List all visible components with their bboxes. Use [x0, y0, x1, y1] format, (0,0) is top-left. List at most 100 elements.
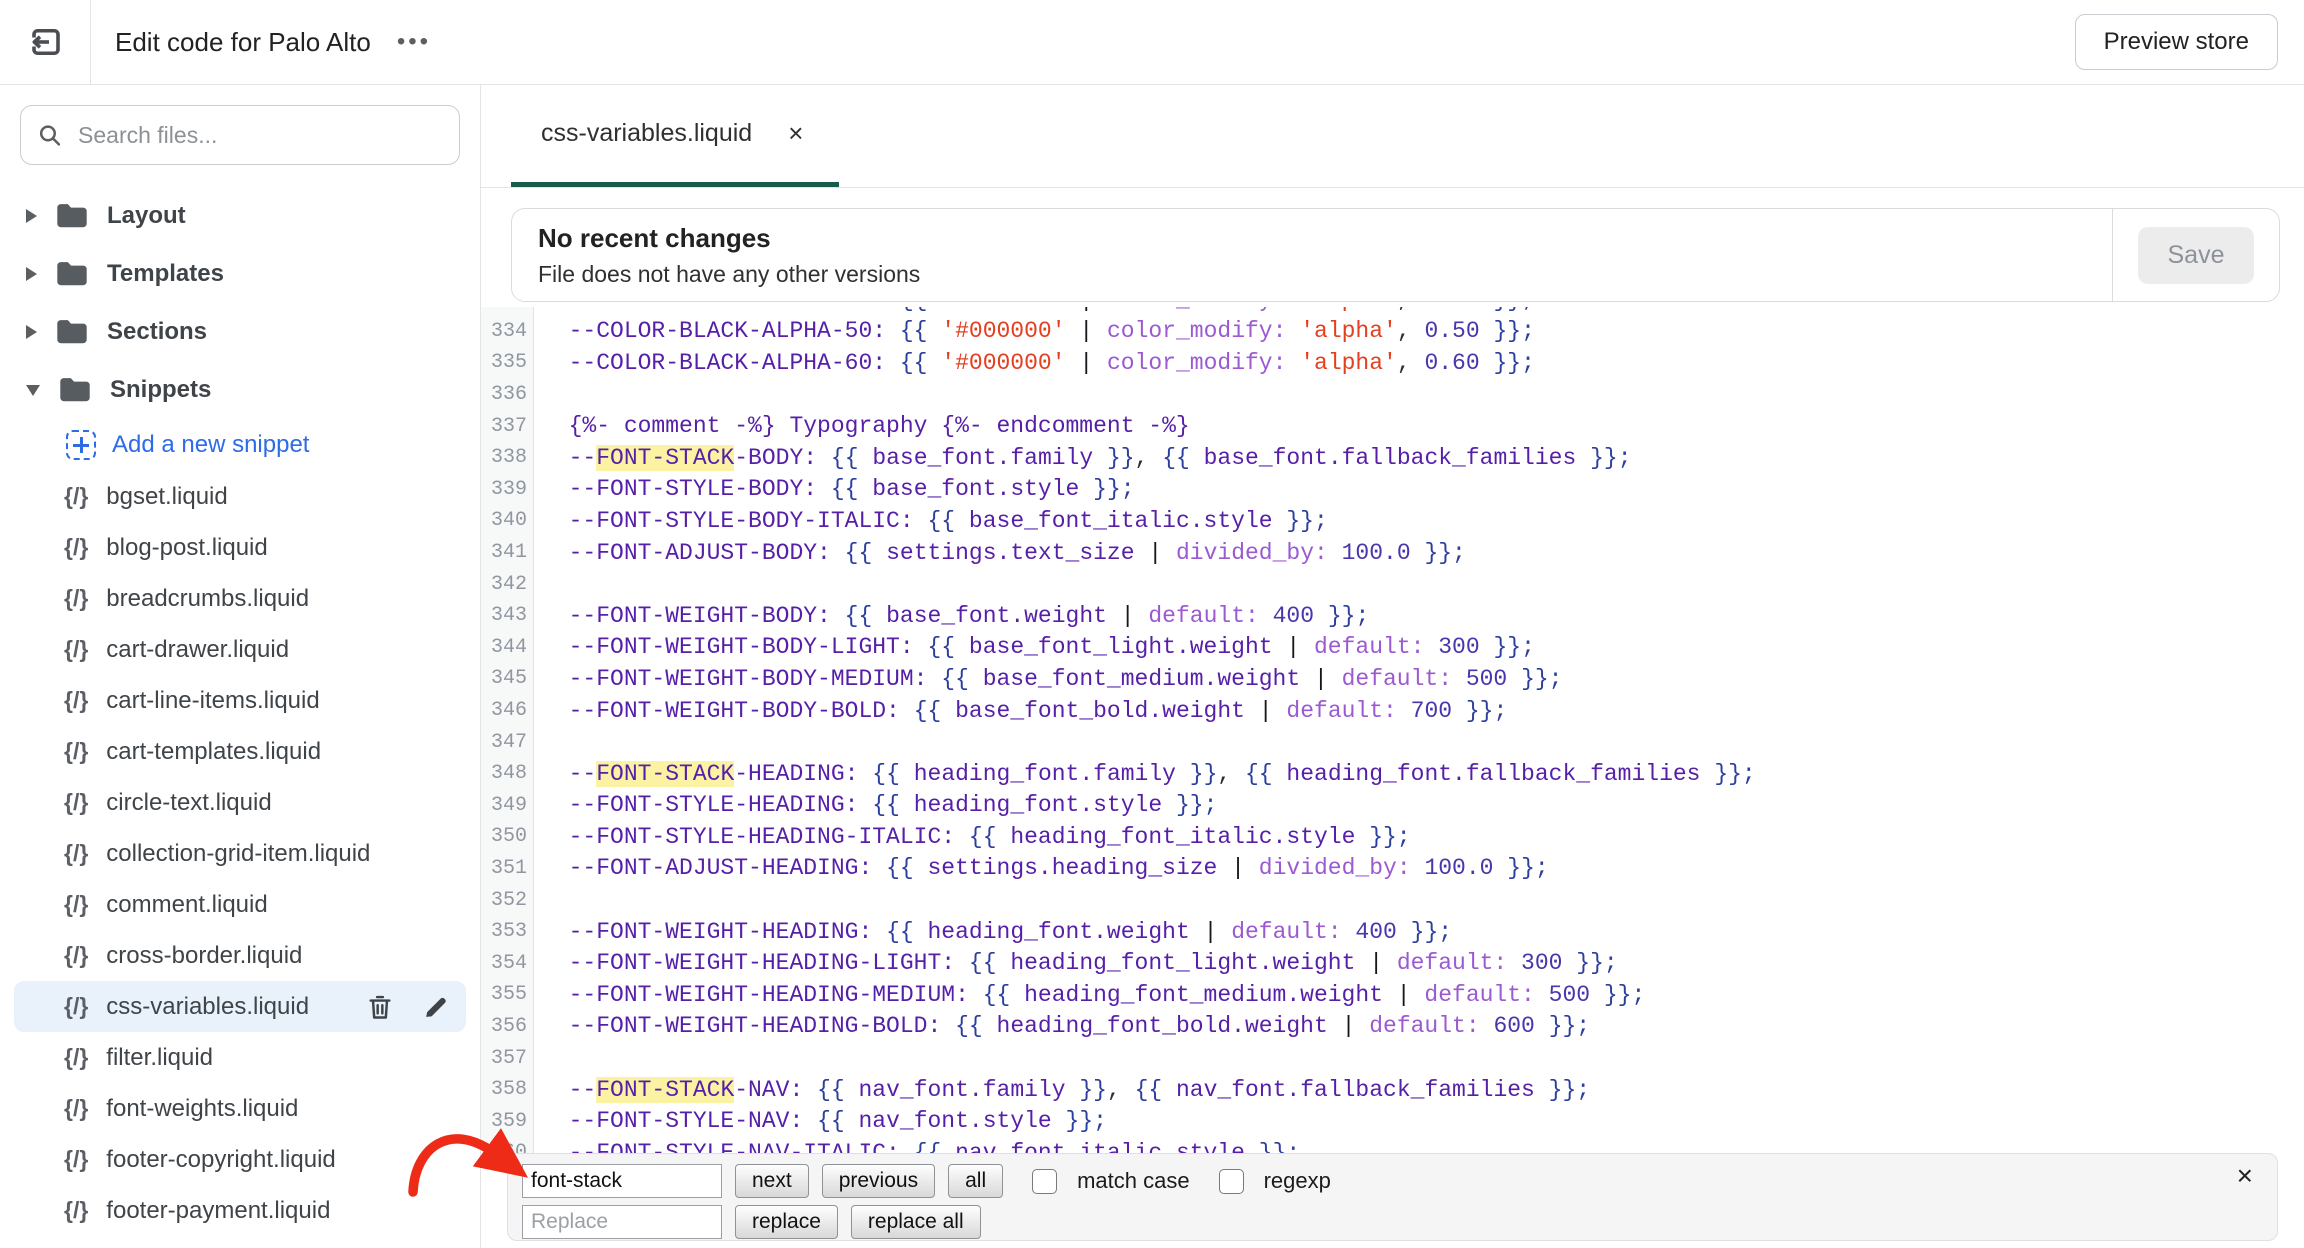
version-banner: No recent changes File does not have any…: [511, 208, 2280, 302]
more-actions-button[interactable]: •••: [397, 28, 431, 56]
add-new-snippet-label: Add a new snippet: [112, 431, 309, 459]
code-line[interactable]: 339 --FONT-STYLE-BODY: {{ base_font.styl…: [481, 474, 2304, 506]
file-item-footer-copyright-liquid[interactable]: {/}footer-copyright.liquid: [14, 1134, 466, 1185]
find-query-input[interactable]: [522, 1164, 722, 1198]
code-line[interactable]: 337 {%- comment -%} Typography {%- endco…: [481, 410, 2304, 442]
file-item-breadcrumbs-liquid[interactable]: {/}breadcrumbs.liquid: [14, 573, 466, 624]
code-line[interactable]: 346 --FONT-WEIGHT-BODY-BOLD: {{ base_fon…: [481, 695, 2304, 727]
line-number: 357: [481, 1047, 527, 1070]
replace-button[interactable]: replace: [735, 1205, 838, 1239]
code-line[interactable]: 333 --COLOR-BLACK-ALPHA-40: {{ '#000000'…: [481, 307, 2304, 316]
file-search-box[interactable]: [20, 105, 460, 165]
file-label: breadcrumbs.liquid: [106, 585, 309, 613]
tab-close-icon[interactable]: ×: [788, 118, 803, 149]
file-item-comment-liquid[interactable]: {/}comment.liquid: [14, 879, 466, 930]
file-label: bgset.liquid: [106, 483, 227, 511]
code-line[interactable]: 348 --FONT-STACK-HEADING: {{ heading_fon…: [481, 758, 2304, 790]
replace-input[interactable]: [522, 1205, 722, 1239]
file-item-filter-liquid[interactable]: {/}filter.liquid: [14, 1032, 466, 1083]
code-line[interactable]: 345 --FONT-WEIGHT-BODY-MEDIUM: {{ base_f…: [481, 663, 2304, 695]
file-item-circle-text-liquid[interactable]: {/} circle-text.liquid: [14, 777, 466, 828]
code-line[interactable]: 352: [481, 884, 2304, 916]
find-close-icon[interactable]: ×: [2237, 1162, 2253, 1190]
add-new-snippet-button[interactable]: Add a new snippet: [0, 419, 480, 471]
add-snippet-plus-icon: [66, 430, 96, 460]
regexp-checkbox[interactable]: [1219, 1169, 1244, 1194]
preview-store-button[interactable]: Preview store: [2075, 14, 2278, 70]
code-line[interactable]: 358 --FONT-STACK-NAV: {{ nav_font.family…: [481, 1074, 2304, 1106]
code-text: --FONT-WEIGHT-HEADING: {{ heading_font.w…: [527, 919, 1452, 945]
code-line[interactable]: 359 --FONT-STYLE-NAV: {{ nav_font.style …: [481, 1105, 2304, 1137]
sidebar-folder-templates[interactable]: Templates: [0, 245, 480, 303]
rename-file-icon[interactable]: [422, 993, 450, 1021]
code-text: --FONT-WEIGHT-BODY-MEDIUM: {{ base_font_…: [527, 666, 1562, 692]
banner-title: No recent changes: [538, 223, 2112, 254]
line-number: 336: [481, 383, 527, 406]
code-line[interactable]: 338 --FONT-STACK-BODY: {{ base_font.fami…: [481, 442, 2304, 474]
file-label: circle-text.liquid: [106, 789, 271, 817]
file-tree: LayoutTemplatesSectionsSnippets Add a new…: [0, 187, 480, 1248]
match-case-checkbox[interactable]: [1032, 1169, 1057, 1194]
sidebar-folder-sections[interactable]: Sections: [0, 303, 480, 361]
file-label: footer-payment.liquid: [106, 1197, 330, 1225]
file-code-icon: {/}: [64, 1044, 88, 1071]
line-number: 348: [481, 762, 527, 785]
search-icon: [37, 121, 62, 149]
file-label: cart-drawer.liquid: [106, 636, 289, 664]
file-item-cross-border-liquid[interactable]: {/}cross-border.liquid: [14, 930, 466, 981]
file-item-cart-templates-liquid[interactable]: {/}cart-templates.liquid: [14, 726, 466, 777]
code-text: --COLOR-BLACK-ALPHA-60: {{ '#000000' | c…: [527, 350, 1535, 376]
line-number: 345: [481, 667, 527, 690]
code-line[interactable]: 342: [481, 568, 2304, 600]
code-line[interactable]: 353 --FONT-WEIGHT-HEADING: {{ heading_fo…: [481, 916, 2304, 948]
file-item-css-variables-liquid[interactable]: {/}css-variables.liquid: [14, 981, 466, 1032]
code-editor[interactable]: 333 --COLOR-BLACK-ALPHA-40: {{ '#000000'…: [481, 307, 2304, 1157]
regexp-label: regexp: [1264, 1168, 1331, 1194]
file-item-blog-post-liquid[interactable]: {/}blog-post.liquid: [14, 522, 466, 573]
line-number: 337: [481, 415, 527, 438]
code-line[interactable]: 340 --FONT-STYLE-BODY-ITALIC: {{ base_fo…: [481, 505, 2304, 537]
file-label: font-weights.liquid: [106, 1095, 298, 1123]
code-line[interactable]: 356 --FONT-WEIGHT-HEADING-BOLD: {{ headi…: [481, 1011, 2304, 1043]
code-line[interactable]: 347: [481, 726, 2304, 758]
code-text: --FONT-STYLE-NAV: {{ nav_font.style }};: [527, 1108, 1107, 1134]
line-number: 340: [481, 509, 527, 532]
code-line[interactable]: 335 --COLOR-BLACK-ALPHA-60: {{ '#000000'…: [481, 347, 2304, 379]
tab-css-variables[interactable]: css-variables.liquid ×: [511, 85, 839, 187]
file-item-font-weights-liquid[interactable]: {/}font-weights.liquid: [14, 1083, 466, 1134]
file-item-cart-drawer-liquid[interactable]: {/}cart-drawer.liquid: [14, 624, 466, 675]
sidebar-folder-snippets[interactable]: Snippets: [0, 361, 480, 419]
code-text: --FONT-WEIGHT-BODY-BOLD: {{ base_font_bo…: [527, 698, 1507, 724]
line-number: 333: [481, 307, 527, 311]
replace-all-button[interactable]: replace all: [851, 1205, 981, 1239]
code-line[interactable]: 351 --FONT-ADJUST-HEADING: {{ settings.h…: [481, 853, 2304, 885]
code-line[interactable]: 336: [481, 379, 2304, 411]
code-line[interactable]: 355 --FONT-WEIGHT-HEADING-MEDIUM: {{ hea…: [481, 979, 2304, 1011]
collapse-sidebar-button[interactable]: [26, 22, 66, 62]
file-item-bgset-liquid[interactable]: {/}bgset.liquid: [14, 471, 466, 522]
search-files-input[interactable]: [76, 121, 443, 150]
find-all-button[interactable]: all: [948, 1164, 1003, 1198]
code-line[interactable]: 357: [481, 1042, 2304, 1074]
file-item-partial[interactable]: {/}: [14, 1236, 466, 1248]
code-line[interactable]: 344 --FONT-WEIGHT-BODY-LIGHT: {{ base_fo…: [481, 632, 2304, 664]
sidebar-folder-layout[interactable]: Layout: [0, 187, 480, 245]
line-number: 354: [481, 952, 527, 975]
code-line[interactable]: 354 --FONT-WEIGHT-HEADING-LIGHT: {{ head…: [481, 947, 2304, 979]
code-line[interactable]: 341 --FONT-ADJUST-BODY: {{ settings.text…: [481, 537, 2304, 569]
find-previous-button[interactable]: previous: [822, 1164, 935, 1198]
file-item-cart-line-items-liquid[interactable]: {/}cart-line-items.liquid: [14, 675, 466, 726]
file-code-icon: {/}: [64, 789, 88, 816]
folder-icon: [55, 202, 89, 230]
save-button[interactable]: Save: [2138, 227, 2255, 284]
code-line[interactable]: 334 --COLOR-BLACK-ALPHA-50: {{ '#000000'…: [481, 316, 2304, 348]
delete-file-icon[interactable]: [366, 992, 394, 1022]
code-line[interactable]: 350 --FONT-STYLE-HEADING-ITALIC: {{ head…: [481, 821, 2304, 853]
file-item-collection-grid-item-liquid[interactable]: {/}collection-grid-item.liquid: [14, 828, 466, 879]
code-line[interactable]: 349 --FONT-STYLE-HEADING: {{ heading_fon…: [481, 790, 2304, 822]
file-code-icon: {/}: [64, 1146, 88, 1173]
code-line[interactable]: 343 --FONT-WEIGHT-BODY: {{ base_font.wei…: [481, 600, 2304, 632]
folder-icon: [55, 260, 89, 288]
find-next-button[interactable]: next: [735, 1164, 809, 1198]
file-item-footer-payment-liquid[interactable]: {/}footer-payment.liquid: [14, 1185, 466, 1236]
